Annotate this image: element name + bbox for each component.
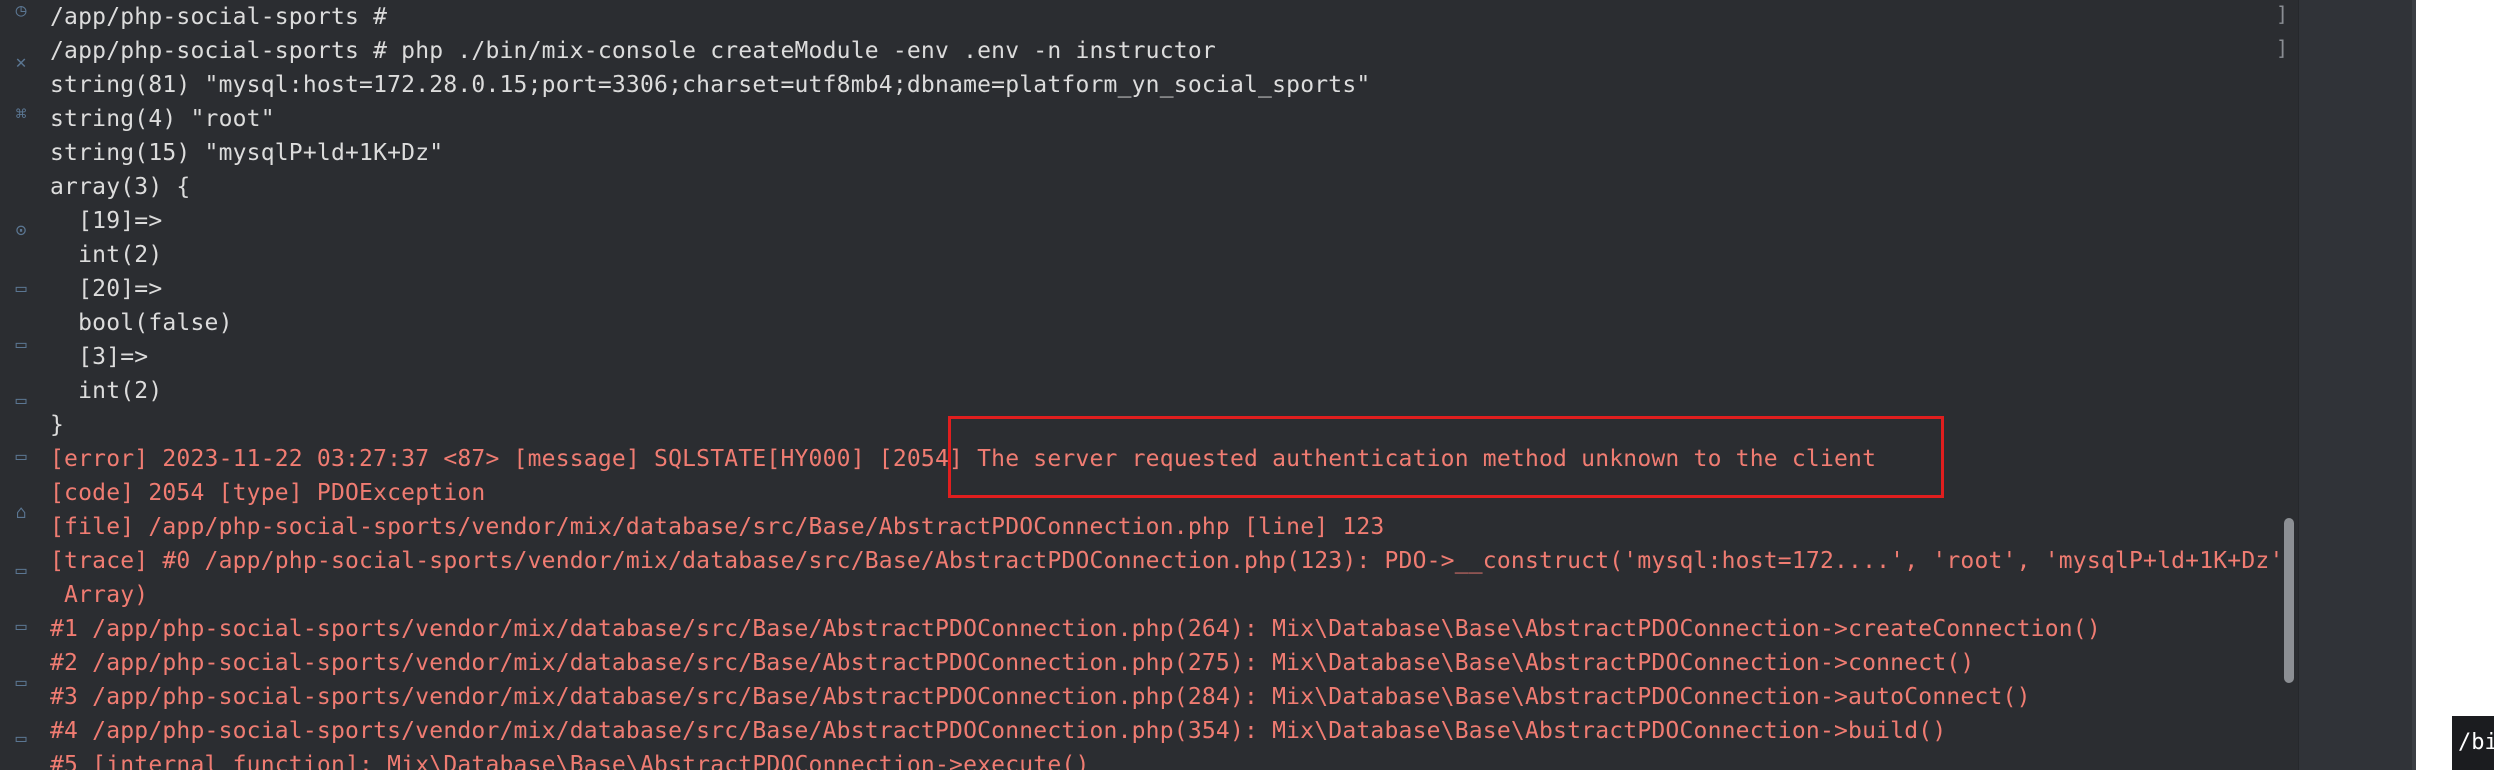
terminal-line: bool(false) [50,310,233,336]
terminal-error-line: Array) [50,582,149,608]
terminal-output[interactable]: /app/php-social-sports # /app/php-social-… [40,0,2298,770]
folder-icon[interactable]: ▭ [10,334,32,356]
screen: ◷ ✕ ⌘ ⊙ ▭ ▭ ▭ ▭ ⌂ ▭ ▭ ▭ ▭ /app/php-socia… [0,0,2494,770]
folder-icon[interactable]: ▭ [10,616,32,638]
terminal-line: string(4) "root" [50,106,275,132]
folder-icon[interactable]: ▭ [10,560,32,582]
terminal-error-line: #1 /app/php-social-sports/vendor/mix/dat… [50,616,2101,642]
terminal-line: /app/php-social-sports # php ./bin/mix-c… [50,38,1216,64]
tools-icon[interactable]: ✕ [10,52,32,74]
folder-icon[interactable]: ▭ [10,672,32,694]
terminal-error-line: #3 /app/php-social-sports/vendor/mix/dat… [50,684,2031,710]
folder-icon[interactable]: ▭ [10,390,32,412]
folder-icon[interactable]: ▭ [10,278,32,300]
terminal-error-line: #5 [internal function]: Mix\Database\Bas… [50,752,1090,770]
terminal-line: int(2) [50,378,163,404]
terminal-error-line: [trace] #0 /app/php-social-sports/vendor… [50,548,2298,574]
clock-icon[interactable]: ◷ [10,0,32,22]
error-highlight-box [948,416,1944,498]
download-icon[interactable]: ⊙ [10,220,32,242]
ide-sidebar: ◷ ✕ ⌘ ⊙ ▭ ▭ ▭ ▭ ⌂ ▭ ▭ ▭ ▭ [0,0,41,770]
background-terminal-window[interactable]: /bi [2452,716,2494,770]
terminal-line: [3]=> [50,344,149,370]
tools-icon[interactable]: ⌘ [10,104,32,126]
terminal-line: [20]=> [50,276,163,302]
terminal-error-line: [file] /app/php-social-sports/vendor/mix… [50,514,1385,540]
folder-icon[interactable]: ▭ [10,728,32,750]
terminal-error-line: #2 /app/php-social-sports/vendor/mix/dat… [50,650,1975,676]
terminal-line: [19]=> [50,208,163,234]
terminal-error-line: #4 /app/php-social-sports/vendor/mix/dat… [50,718,1947,744]
desktop-background [2416,0,2494,770]
home-icon[interactable]: ⌂ [10,502,32,524]
terminal-line: string(81) "mysql:host=172.28.0.15;port=… [50,72,1371,98]
terminal-line: array(3) { [50,174,191,200]
terminal-line: int(2) [50,242,163,268]
scrollbar-thumb[interactable] [2284,518,2294,683]
terminal-line: string(15) "mysqlP+ld+1K+Dz" [50,140,444,166]
editor-pane [2298,0,2413,770]
folder-icon[interactable]: ▭ [10,446,32,468]
terminal-lines: /app/php-social-sports # /app/php-social-… [50,0,2298,770]
terminal-line: /app/php-social-sports # [50,4,388,30]
